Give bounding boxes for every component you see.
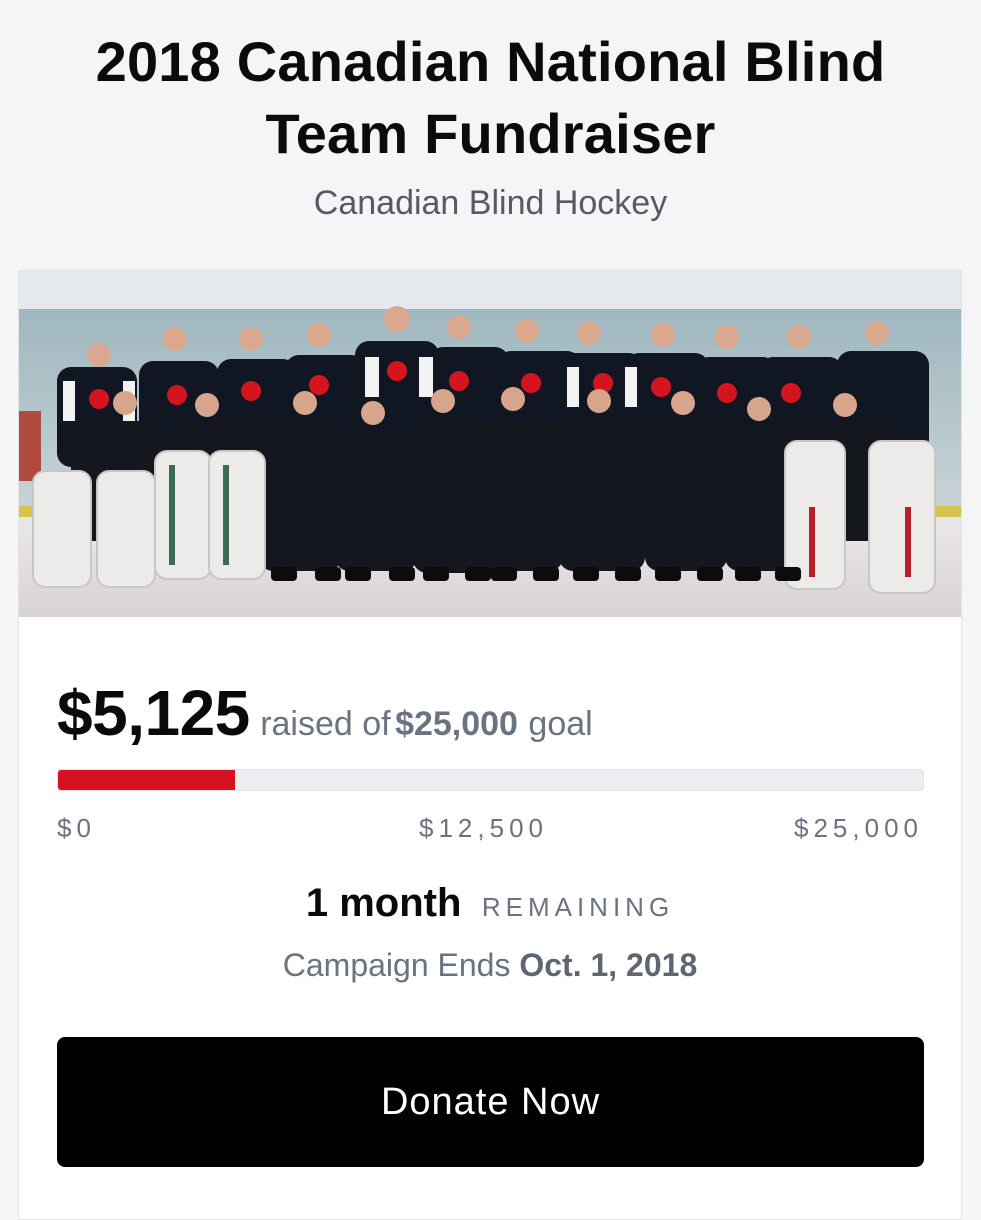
campaign-card: $5,125 raised of $25,000 goal $0 $12,500… (18, 270, 962, 1220)
organizer-name: Canadian Blind Hockey (313, 184, 668, 222)
campaign-end-date: Oct. 1, 2018 (519, 947, 698, 983)
progress-scale-max: $25,000 (794, 813, 923, 843)
campaign-end-label: Campaign Ends (282, 947, 511, 983)
progress-scale-mid: $12,500 (419, 813, 548, 843)
goal-amount: $25,000 (395, 705, 518, 743)
progress-scale-min: $0 (57, 813, 96, 843)
campaign-title: 2018 Canadian National Blind Team Fundra… (95, 30, 886, 165)
raised-amount: $5,125 (57, 677, 250, 749)
goal-label: goal (528, 705, 593, 743)
campaign-end: Campaign Ends Oct. 1, 2018 (19, 947, 961, 984)
donate-button[interactable]: Donate Now (57, 1037, 924, 1167)
remaining-label: REMAINING (481, 892, 675, 922)
raised-label: raised of (260, 705, 391, 743)
remaining-value: 1 month (305, 881, 462, 925)
team-photo (19, 271, 961, 617)
progress-bar (57, 769, 924, 791)
progress-fill (58, 770, 236, 790)
raised-summary: $5,125 raised of $25,000 goal (57, 676, 593, 750)
time-remaining: 1 month REMAINING (19, 881, 961, 926)
